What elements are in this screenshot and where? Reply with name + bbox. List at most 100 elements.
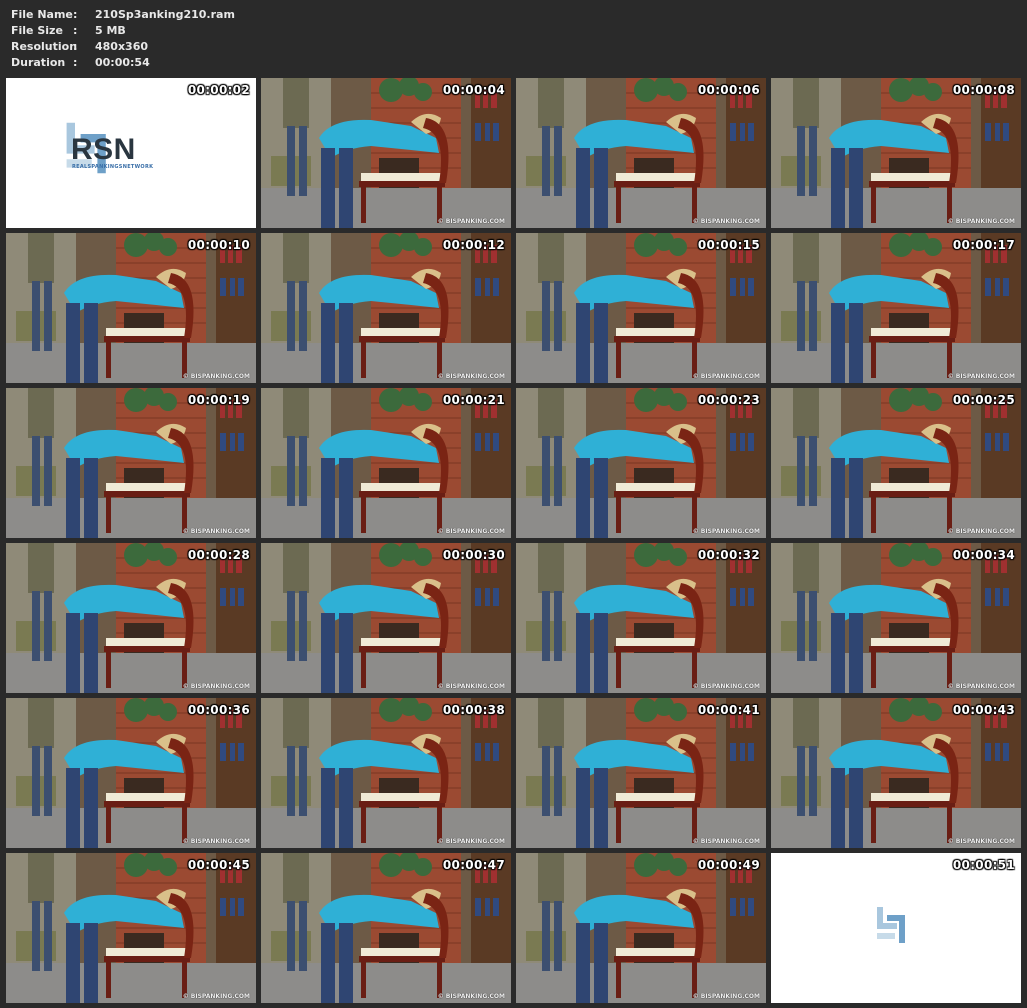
scene-image — [516, 543, 766, 693]
video-thumbnail: © BISPANKING.COM 00:00:45 — [6, 853, 256, 1003]
timestamp-label: 00:00:41 — [697, 703, 760, 717]
watermark-text: © BISPANKING.COM — [692, 683, 760, 690]
info-label: File Size — [11, 24, 63, 37]
video-thumbnail: © BISPANKING.COM 00:00:47 — [261, 853, 511, 1003]
timestamp-label: 00:00:19 — [187, 393, 250, 407]
scene-image — [6, 853, 256, 1003]
video-thumbnail: © BISPANKING.COM 00:00:19 — [6, 388, 256, 538]
timestamp-label: 00:00:49 — [697, 858, 760, 872]
scene-image — [771, 698, 1021, 848]
video-thumbnail: 00:00:51 — [771, 853, 1021, 1003]
timestamp-label: 00:00:34 — [952, 548, 1015, 562]
info-row-resolution: Resolution : 480x360 — [11, 39, 235, 55]
watermark-text: © BISPANKING.COM — [947, 528, 1015, 535]
logo-text: RSN — [71, 133, 136, 166]
video-thumbnail: © BISPANKING.COM 00:00:21 — [261, 388, 511, 538]
video-thumbnail: © BISPANKING.COM 00:00:10 — [6, 233, 256, 383]
scene-image — [261, 388, 511, 538]
info-row-file-size: File Size : 5 MB — [11, 23, 235, 39]
scene-image — [261, 853, 511, 1003]
watermark-text: © BISPANKING.COM — [947, 373, 1015, 380]
timestamp-label: 00:00:06 — [697, 83, 760, 97]
logo-subtitle: REALSPANKINGSNETWORK — [72, 164, 154, 170]
scene-image — [516, 853, 766, 1003]
watermark-text: © BISPANKING.COM — [182, 373, 250, 380]
scene-image — [261, 543, 511, 693]
watermark-text: © BISPANKING.COM — [182, 993, 250, 1000]
timestamp-label: 00:00:47 — [442, 858, 505, 872]
watermark-text: © BISPANKING.COM — [947, 838, 1015, 845]
timestamp-label: 00:00:17 — [952, 238, 1015, 252]
scene-image — [516, 233, 766, 383]
timestamp-label: 00:00:25 — [952, 393, 1015, 407]
scene-image — [261, 698, 511, 848]
info-separator: : — [73, 8, 78, 21]
timestamp-label: 00:00:36 — [187, 703, 250, 717]
watermark-text: © BISPANKING.COM — [437, 683, 505, 690]
rsn-logo-icon — [877, 907, 905, 943]
info-separator: : — [73, 24, 78, 37]
watermark-text: © BISPANKING.COM — [437, 838, 505, 845]
scene-image — [6, 698, 256, 848]
info-value: 210Sp3anking210.ram — [95, 8, 235, 21]
scene-image — [771, 388, 1021, 538]
timestamp-label: 00:00:38 — [442, 703, 505, 717]
video-thumbnail: © BISPANKING.COM 00:00:08 — [771, 78, 1021, 228]
timestamp-label: 00:00:15 — [697, 238, 760, 252]
video-thumbnail: © BISPANKING.COM 00:00:32 — [516, 543, 766, 693]
video-thumbnail: © BISPANKING.COM 00:00:06 — [516, 78, 766, 228]
scene-image — [516, 698, 766, 848]
rsn-logo-small — [873, 905, 909, 949]
watermark-text: © BISPANKING.COM — [182, 528, 250, 535]
video-thumbnail: © BISPANKING.COM 00:00:25 — [771, 388, 1021, 538]
watermark-text: © BISPANKING.COM — [692, 993, 760, 1000]
scene-image — [261, 233, 511, 383]
scene-image — [516, 388, 766, 538]
info-label: Duration — [11, 56, 66, 69]
info-row-file-name: File Name : 210Sp3anking210.ram — [11, 7, 235, 23]
timestamp-label: 00:00:12 — [442, 238, 505, 252]
watermark-text: © BISPANKING.COM — [182, 683, 250, 690]
timestamp-label: 00:00:51 — [952, 858, 1015, 872]
timestamp-label: 00:00:30 — [442, 548, 505, 562]
watermark-text: © BISPANKING.COM — [437, 993, 505, 1000]
watermark-text: © BISPANKING.COM — [947, 218, 1015, 225]
timestamp-label: 00:00:32 — [697, 548, 760, 562]
watermark-text: © BISPANKING.COM — [947, 683, 1015, 690]
watermark-text: © BISPANKING.COM — [692, 373, 760, 380]
timestamp-label: 00:00:02 — [187, 83, 250, 97]
scene-image — [6, 388, 256, 538]
video-thumbnail: © BISPANKING.COM 00:00:49 — [516, 853, 766, 1003]
video-thumbnail: RSN REALSPANKINGSNETWORK 00:00:02 — [6, 78, 256, 228]
info-separator: : — [73, 40, 78, 53]
video-thumbnail: © BISPANKING.COM 00:00:28 — [6, 543, 256, 693]
timestamp-label: 00:00:08 — [952, 83, 1015, 97]
file-info-panel: File Name : 210Sp3anking210.ram File Siz… — [11, 7, 235, 71]
scene-image — [771, 78, 1021, 228]
thumbnail-grid: RSN REALSPANKINGSNETWORK 00:00:02 © BISPAN… — [6, 78, 1021, 1003]
video-thumbnail: © BISPANKING.COM 00:00:23 — [516, 388, 766, 538]
watermark-text: © BISPANKING.COM — [437, 373, 505, 380]
scene-image — [516, 78, 766, 228]
timestamp-label: 00:00:04 — [442, 83, 505, 97]
video-thumbnail: © BISPANKING.COM 00:00:41 — [516, 698, 766, 848]
video-thumbnail: © BISPANKING.COM 00:00:12 — [261, 233, 511, 383]
watermark-text: © BISPANKING.COM — [692, 838, 760, 845]
timestamp-label: 00:00:43 — [952, 703, 1015, 717]
scene-image — [6, 543, 256, 693]
video-thumbnail: © BISPANKING.COM 00:00:38 — [261, 698, 511, 848]
watermark-text: © BISPANKING.COM — [692, 218, 760, 225]
video-thumbnail: © BISPANKING.COM 00:00:15 — [516, 233, 766, 383]
video-thumbnail: © BISPANKING.COM 00:00:30 — [261, 543, 511, 693]
scene-image — [771, 543, 1021, 693]
scene-image — [6, 233, 256, 383]
timestamp-label: 00:00:21 — [442, 393, 505, 407]
video-thumbnail: © BISPANKING.COM 00:00:04 — [261, 78, 511, 228]
video-thumbnail: © BISPANKING.COM 00:00:17 — [771, 233, 1021, 383]
scene-image — [261, 78, 511, 228]
info-separator: : — [73, 56, 78, 69]
info-label: Resolution — [11, 40, 78, 53]
video-thumbnail: © BISPANKING.COM 00:00:36 — [6, 698, 256, 848]
watermark-text: © BISPANKING.COM — [182, 838, 250, 845]
scene-image — [771, 233, 1021, 383]
